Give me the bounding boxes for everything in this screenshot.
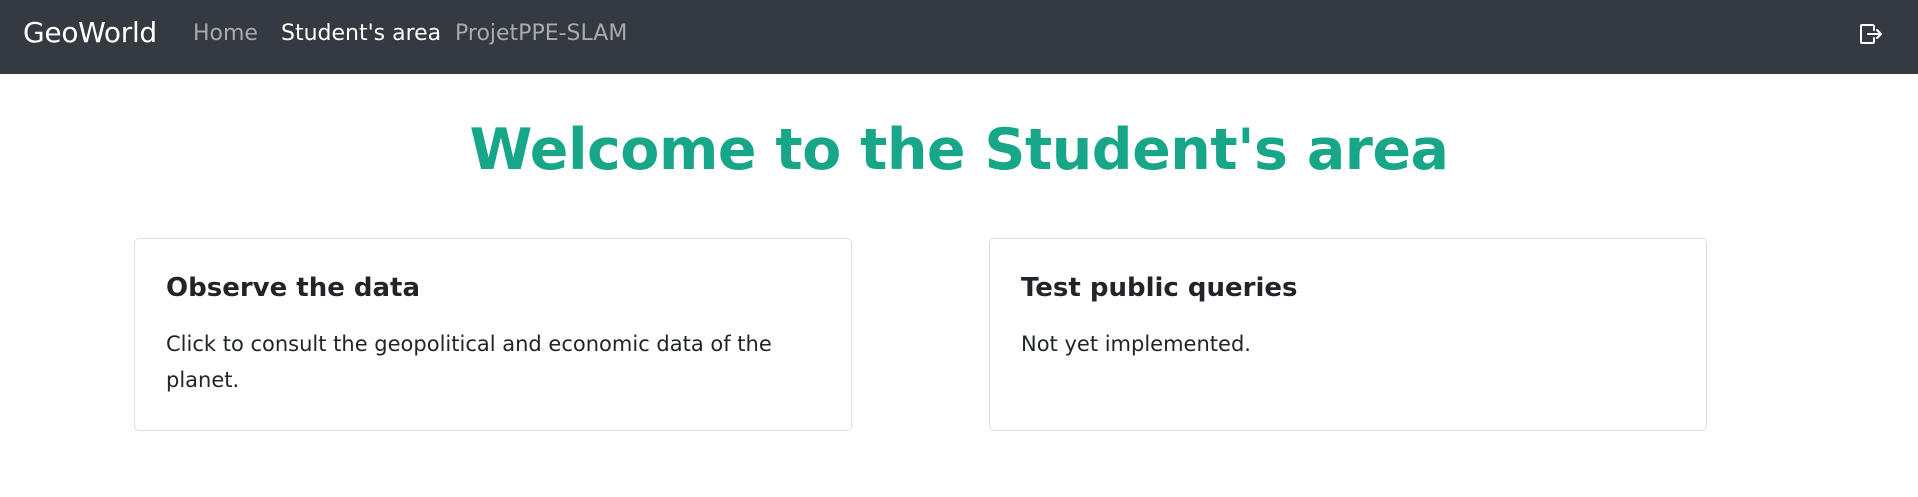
card-text: Not yet implemented. xyxy=(1021,332,1251,356)
page-title: Welcome to the Student's area xyxy=(469,117,1449,183)
sign-out-icon[interactable] xyxy=(1858,21,1884,47)
nav-link-home[interactable]: Home xyxy=(193,21,258,47)
test-queries-card: Test public queries Not yet implemented. xyxy=(989,238,1707,431)
brand-link[interactable]: GeoWorld xyxy=(23,15,157,51)
top-navbar: GeoWorld Home Student's area ProjetPPE-S… xyxy=(0,0,1918,74)
observe-data-card[interactable]: Observe the data Click to consult the ge… xyxy=(134,238,852,431)
card-text: Click to consult the geopolitical and ec… xyxy=(166,332,772,392)
card-title: Observe the data xyxy=(166,273,421,303)
nav-link-projetppe-slam[interactable]: ProjetPPE-SLAM xyxy=(455,21,627,47)
card-title: Test public queries xyxy=(1021,273,1298,303)
nav-link-students-area[interactable]: Student's area xyxy=(281,21,441,47)
